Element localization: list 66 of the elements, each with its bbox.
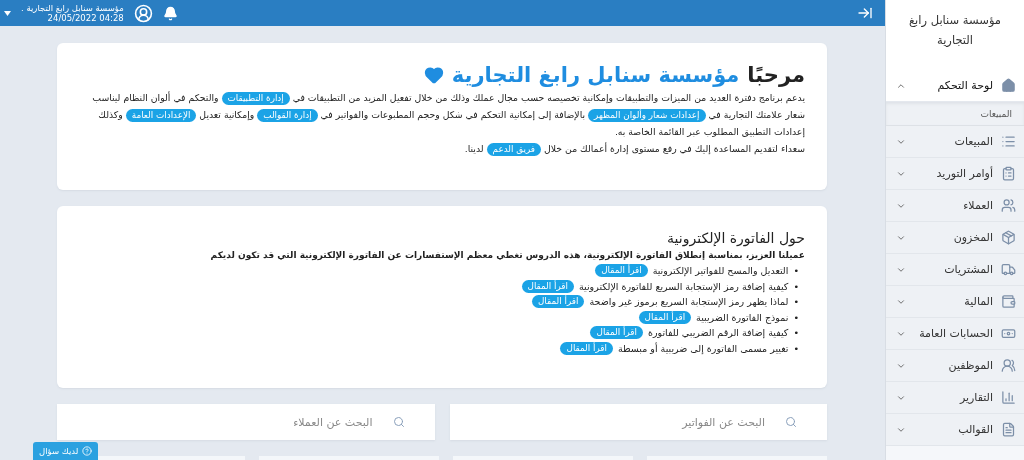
sidebar-item[interactable]: التقارير xyxy=(886,382,1024,414)
read-article-link[interactable]: اقرأ المقال xyxy=(590,326,643,340)
sidebar-item[interactable]: الحسابات العامة xyxy=(886,318,1024,350)
read-article-link[interactable]: اقرأ المقال xyxy=(595,264,648,278)
search-field[interactable]: البحث عن الفواتير xyxy=(449,404,827,440)
users-icon xyxy=(1001,198,1016,213)
welcome-text: يدعم برنامج دفترة العديد من الميزات والتطبيقات وإمكانية تخصيصه حسب مجال عملك وذلك من خلال تفعيل المزيد من التطبيقات في إدارة التطبيقات والتحكم في ألوان النظام ليناسب شعار علامتك التجارية في إعدادات شعار وألوان المظهر بالإضافة إلى إمكانية التحكم في شكل وحجم المطبوعات والفواتير في إدارة القوالب وإمكانية تعديل الإعدادات العامة وكذلك إعدادات التطبيق المطلوب عبر القائمة الخاصة به. xyxy=(91,90,805,140)
settings-link[interactable]: إعدادات شعار وألوان المظهر xyxy=(588,109,706,122)
sidebar-item[interactable]: لوحة التحكم xyxy=(886,70,1024,102)
submenu-item[interactable]: المبيعات xyxy=(886,102,1024,126)
article-title: لماذا يظهر رمز الإستجابة السريع برموز غير واضحة xyxy=(589,295,789,309)
settings-link[interactable]: إدارة القوالب xyxy=(257,109,318,122)
truck-icon xyxy=(1001,262,1016,277)
home-icon xyxy=(1001,78,1016,93)
article-title: نموذج الفاتورة الضريبية xyxy=(696,310,789,325)
welcome-text: سعداء لتقديم المساعدة إليك في رفع مستوى إدارة أعمالك من خلال فريق الدعم لدينا. xyxy=(463,141,805,157)
read-article-link[interactable]: اقرأ المقال xyxy=(638,310,692,324)
search-field[interactable]: البحث عن العملاء xyxy=(57,404,435,440)
sidebar-item[interactable]: القوالب xyxy=(886,414,1024,446)
bullet: • xyxy=(793,264,799,278)
help-button[interactable]: لديك سؤال xyxy=(33,442,99,460)
sidebar-item[interactable]: المبيعات xyxy=(886,126,1024,158)
bullet: • xyxy=(793,341,799,356)
clipboard-icon xyxy=(1001,166,1016,181)
settings-link[interactable]: إدارة التطبيقات xyxy=(221,92,290,105)
read-article-link[interactable]: اقرأ المقال xyxy=(531,295,585,309)
sidebar-item[interactable]: العملاء xyxy=(886,190,1024,222)
users-icon xyxy=(1001,358,1016,373)
sidebar-item[interactable]: أوامر التوريد xyxy=(886,158,1024,190)
settings-link[interactable]: الإعدادات العامة xyxy=(125,109,197,122)
settings-link[interactable]: فريق الدعم xyxy=(486,143,542,156)
account-name[interactable]: مؤسسة سنابل رابغ التجارية . xyxy=(21,2,124,13)
article-title: التعديل والمسح للفواتير الإلكترونية xyxy=(652,264,789,279)
search-icon xyxy=(785,416,797,428)
box-icon xyxy=(1001,230,1016,245)
bullet: • xyxy=(793,279,799,294)
heart-icon xyxy=(423,65,444,85)
bullet: • xyxy=(793,310,799,325)
date-time: 04:28 24/05/2022 xyxy=(47,13,124,24)
caret-icon[interactable] xyxy=(4,10,11,16)
bar-chart-icon xyxy=(1001,390,1016,405)
bell-icon[interactable] xyxy=(162,5,178,21)
sidebar-item[interactable]: المشتريات xyxy=(886,254,1024,286)
read-article-link[interactable]: اقرأ المقال xyxy=(560,341,613,355)
help-icon xyxy=(82,446,93,456)
articles-title: حول الفاتورة الإلكترونية xyxy=(666,230,805,246)
read-article-link[interactable]: اقرأ المقال xyxy=(521,279,574,293)
company-name: مؤسسة سنابل رابغ التجارية xyxy=(451,63,740,87)
sidebar-item[interactable]: المخزون xyxy=(886,222,1024,254)
collapse-icon[interactable] xyxy=(857,5,873,21)
sidebar-title: مؤسسة سنابل رابغ التجارية xyxy=(886,0,1024,70)
sidebar-item[interactable]: المالية xyxy=(886,286,1024,318)
sidebar-item[interactable]: الموظفين xyxy=(886,350,1024,382)
bullet: • xyxy=(793,326,799,340)
wallet-icon xyxy=(1001,294,1016,309)
bullet: • xyxy=(793,295,799,309)
banknote-icon xyxy=(1001,326,1016,341)
article-title: كيفية إضافة رمز الإستجابة السريع للفاتورة الإلكترونية xyxy=(579,279,789,294)
greeting: مرحبًا xyxy=(747,63,805,87)
articles-intro: عميلنا العزيز، بمناسبة إنطلاق الفاتورة الإلكترونية، هذه الدروس تغطي معظم الإستفسارات عن الفاتورة الإلكترونية التي قد تكون لديكم xyxy=(209,250,805,260)
search-icon xyxy=(392,416,405,428)
article-title: تغيير مسمى الفاتورة إلى ضريبية أو مبسطة xyxy=(617,341,789,356)
list-icon xyxy=(1001,134,1016,149)
article-title: كيفية إضافة الرقم الضريبي للفاتورة xyxy=(647,326,789,341)
document-icon xyxy=(1001,422,1016,437)
user-icon[interactable] xyxy=(133,3,153,23)
